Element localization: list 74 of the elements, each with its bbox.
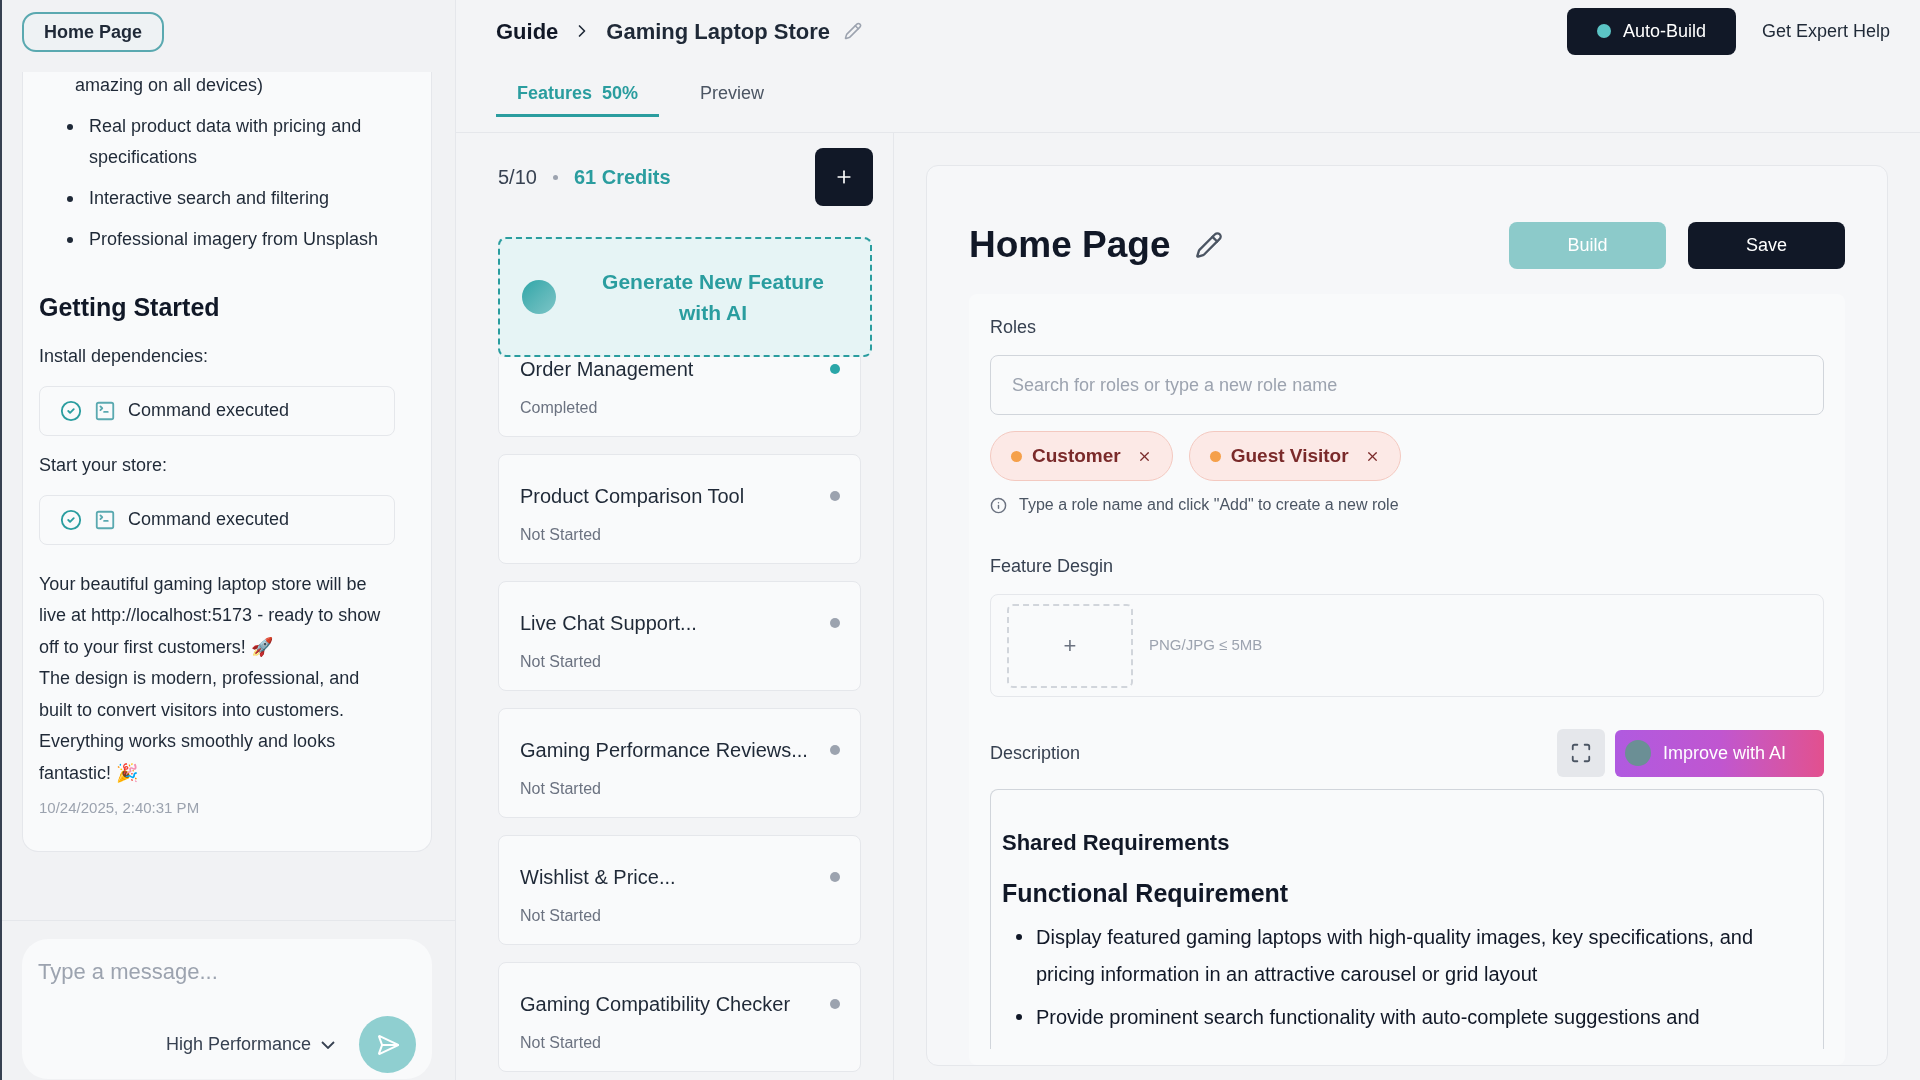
feature-card[interactable]: Gaming Compatibility Checker Not Started: [498, 962, 861, 1072]
bullet-text: amazing on all devices): [74, 74, 265, 97]
role-name: Guest Visitor: [1230, 443, 1349, 468]
feature-title: Wishlist & Price...: [520, 865, 676, 890]
check-icon: [60, 399, 82, 422]
feature-card[interactable]: Product Comparison Tool Not Started: [498, 454, 861, 564]
expert-help-link[interactable]: Get Expert Help: [1761, 17, 1890, 45]
add-feature-button[interactable]: [815, 148, 873, 206]
edit-icon[interactable]: [1194, 231, 1223, 259]
command-status: Command executed: [128, 399, 290, 422]
feature-card[interactable]: Live Chat Support... Not Started: [498, 581, 861, 691]
message-input[interactable]: Type a message...: [38, 955, 416, 988]
paragraph: Your beautiful gaming laptop store will be live at http://localhost:5173 - ready to show off to your first customers! 🚀: [38, 572, 382, 659]
feature-status: Not Started: [520, 525, 602, 545]
bullet-text: Real product data with pricing and specifications: [89, 115, 363, 169]
feature-card[interactable]: Gaming Performance Reviews... Not Started: [498, 708, 861, 818]
tab[interactable]: Preview: [679, 72, 786, 117]
field-label: Roles: [990, 316, 1038, 339]
field-label: Feature Desgin: [990, 555, 1115, 578]
feature-status: Not Started: [520, 1033, 602, 1053]
paragraph: Install dependencies:: [38, 344, 210, 368]
feature-title: Order Management: [520, 357, 694, 382]
page-title: Home Page: [969, 223, 1171, 268]
expand-button[interactable]: [1557, 729, 1605, 777]
feature-status: Not Started: [520, 779, 602, 799]
ai-orb-icon: [1625, 740, 1651, 766]
credits-count: 61 Credits: [573, 165, 671, 190]
send-icon: [375, 1032, 400, 1057]
description-subheading: Functional Requirement: [1002, 878, 1290, 909]
feature-title: Gaming Compatibility Checker: [520, 992, 791, 1017]
bullet-text: Professional imagery from Unsplash: [89, 228, 379, 251]
feature-status: Not Started: [520, 906, 602, 926]
auto-build-button[interactable]: Auto-Build: [1566, 7, 1736, 55]
breadcrumb-current: Gaming Laptop Store: [606, 17, 831, 46]
section-heading: Getting Started: [38, 292, 221, 323]
feature-title: Product Comparison Tool: [520, 484, 745, 509]
model-select[interactable]: High Performance: [165, 1031, 335, 1058]
command-status: Command executed: [128, 508, 290, 531]
feature-card[interactable]: Wishlist & Price... Not Started: [498, 835, 861, 945]
feature-title: Gaming Performance Reviews...: [520, 738, 808, 763]
bullet-text: Interactive search and filtering: [89, 187, 330, 210]
terminal-icon: [94, 508, 116, 531]
paragraph: Start your store:: [38, 453, 169, 477]
page-tab[interactable]: Home Page: [22, 12, 165, 52]
command-row[interactable]: Command executed: [39, 385, 395, 436]
ai-orb-icon: [522, 280, 556, 314]
command-row[interactable]: Command executed: [39, 494, 395, 545]
role-hint: Type a role name and click "Add" to create a new role: [1019, 495, 1399, 515]
check-icon: [60, 508, 82, 531]
role-chip[interactable]: Customer: [990, 431, 1173, 481]
feature-status: Completed: [520, 398, 599, 418]
info-icon: [990, 496, 1007, 514]
role-name: Customer: [1032, 443, 1121, 468]
terminal-icon: [94, 399, 116, 422]
upload-button[interactable]: +: [1007, 603, 1133, 688]
chevron-down-icon: [321, 1040, 335, 1049]
field-label: Description: [990, 741, 1081, 765]
feature-title: Live Chat Support...: [520, 611, 697, 636]
bullet-text: Display featured gaming laptops with high-quality images, key specifications, and pricing information in an attractive carousel or grid layout: [1036, 924, 1755, 987]
upload-hint: PNG/JPG ≤ 5MB: [1149, 635, 1263, 656]
timestamp: 10/24/2025, 2:40:31 PM: [38, 798, 201, 818]
feature-status: Not Started: [520, 652, 602, 672]
feature-card[interactable]: Order Management Completed: [498, 357, 861, 437]
paragraph: The design is modern, professional, and built to convert visitors into customers. Everything works smoothly and looks fantastic! 🎉: [38, 667, 361, 785]
description-editor[interactable]: [990, 789, 1824, 1049]
improve-ai-button[interactable]: Improve with AI: [1615, 729, 1824, 777]
role-chip[interactable]: Guest Visitor: [1188, 431, 1401, 481]
feature-count: 5/10: [498, 165, 537, 190]
breadcrumb-link[interactable]: Guide: [496, 14, 559, 48]
expand-icon: [1570, 742, 1592, 764]
bullet-text: Provide prominent search functionality with auto-complete suggestions and: [1036, 1004, 1700, 1030]
description-heading: Shared Requirements: [1002, 829, 1231, 857]
save-button[interactable]: Save: [1688, 221, 1845, 269]
role-search-field[interactable]: Search for roles or type a new role name: [990, 355, 1824, 415]
